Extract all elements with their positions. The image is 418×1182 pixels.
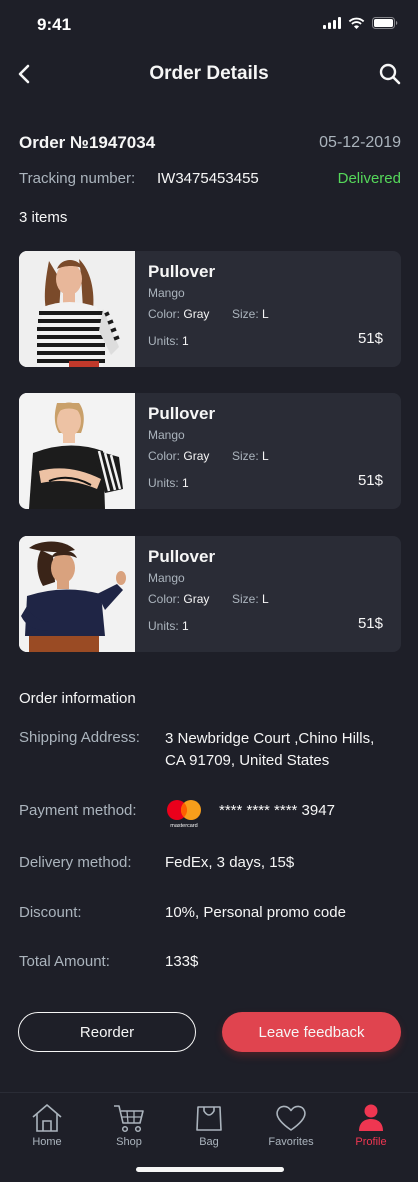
order-item-card[interactable]: Pullover Mango Color: Gray Size: L Units…: [19, 393, 401, 509]
battery-icon: [372, 17, 398, 29]
order-item-card[interactable]: Pullover Mango Color: Gray Size: L Units…: [19, 536, 401, 652]
order-information-title: Order information: [19, 690, 136, 707]
product-image: [19, 536, 135, 652]
product-price: 51$: [357, 330, 383, 347]
units-label: Units:: [148, 619, 179, 633]
color-label: Color:: [148, 449, 181, 463]
profile-icon: [359, 1104, 383, 1131]
status-bar: 9:41: [0, 0, 418, 48]
units-value: 1: [182, 619, 189, 633]
tab-bag-label: Bag: [199, 1136, 219, 1148]
heart-icon: [276, 1105, 306, 1131]
bag-icon: [196, 1106, 222, 1131]
product-size: Size: L: [232, 449, 269, 463]
color-label: Color:: [148, 592, 181, 606]
size-value: L: [262, 592, 269, 606]
product-size: Size: L: [232, 307, 269, 321]
status-time: 9:41: [37, 15, 72, 34]
product-name: Pullover: [148, 262, 216, 281]
discount-label: Discount:: [19, 904, 82, 921]
product-units: Units: 1: [148, 476, 189, 490]
discount-value: 10%, Personal promo code: [165, 904, 346, 921]
tab-favorites[interactable]: Favorites: [251, 1103, 331, 1148]
tab-home[interactable]: Home: [7, 1103, 87, 1148]
order-date: 05-12-2019: [319, 134, 401, 151]
tab-profile[interactable]: Profile: [331, 1103, 411, 1148]
product-image: [19, 393, 135, 509]
tracking-label: Tracking number:: [19, 170, 136, 187]
product-units: Units: 1: [148, 334, 189, 348]
payment-method-label: Payment method:: [19, 802, 137, 819]
order-status: Delivered: [337, 170, 401, 187]
color-value: Gray: [183, 592, 210, 606]
card-number: **** **** **** 3947: [219, 802, 335, 819]
total-amount-label: Total Amount:: [19, 953, 110, 970]
reorder-button[interactable]: Reorder: [18, 1012, 196, 1052]
signal-icon: [323, 17, 341, 29]
product-name: Pullover: [148, 547, 216, 566]
size-value: L: [262, 307, 269, 321]
status-icons: [323, 17, 398, 29]
product-brand: Mango: [148, 286, 185, 300]
search-button[interactable]: [376, 60, 404, 88]
leave-feedback-button[interactable]: Leave feedback: [222, 1012, 401, 1052]
product-color: Color: Gray: [148, 592, 209, 606]
order-number: Order №1947034: [19, 133, 156, 152]
product-color: Color: Gray: [148, 307, 209, 321]
product-image: [19, 251, 135, 367]
units-value: 1: [182, 476, 189, 490]
cart-icon: [114, 1105, 144, 1133]
shipping-address-label: Shipping Address:: [19, 729, 140, 746]
product-brand: Mango: [148, 428, 185, 442]
navigation-bar: Order Details: [0, 52, 418, 96]
product-size: Size: L: [232, 592, 269, 606]
product-brand: Mango: [148, 571, 185, 585]
tab-favorites-label: Favorites: [268, 1136, 314, 1148]
size-label: Size:: [232, 307, 259, 321]
color-label: Color:: [148, 307, 181, 321]
units-label: Units:: [148, 334, 179, 348]
mastercard-icon: mastercard: [165, 799, 203, 829]
search-icon: [379, 63, 401, 85]
shipping-address-line2: CA 91709, United States: [165, 752, 330, 769]
total-amount-value: 133$: [165, 953, 199, 970]
tracking-number: IW3475453455: [157, 170, 259, 187]
units-label: Units:: [148, 476, 179, 490]
page-title: Order Details: [149, 63, 269, 84]
delivery-method-value: FedEx, 3 days, 15$: [165, 854, 295, 871]
shipping-address-line1: 3 Newbridge Court ,Chino Hills,: [165, 730, 375, 747]
tab-shop[interactable]: Shop: [89, 1103, 169, 1148]
order-item-card[interactable]: Pullover Mango Color: Gray Size: L Units…: [19, 251, 401, 367]
card-brand-text: mastercard: [170, 823, 198, 829]
product-price: 51$: [357, 472, 383, 489]
tab-shop-label: Shop: [116, 1136, 142, 1148]
home-icon: [32, 1104, 62, 1132]
size-label: Size:: [232, 592, 259, 606]
home-indicator: [136, 1167, 284, 1172]
size-value: L: [262, 449, 269, 463]
items-count: 3 items: [19, 209, 68, 226]
color-value: Gray: [183, 307, 210, 321]
product-price: 51$: [357, 615, 383, 632]
delivery-method-label: Delivery method:: [19, 854, 132, 871]
units-value: 1: [182, 334, 189, 348]
shipping-address-value: 3 Newbridge Court ,Chino Hills, CA 91709…: [165, 728, 374, 772]
product-name: Pullover: [148, 404, 216, 423]
tab-bag[interactable]: Bag: [169, 1103, 249, 1148]
product-color: Color: Gray: [148, 449, 209, 463]
color-value: Gray: [183, 449, 210, 463]
wifi-icon: [348, 17, 365, 29]
tab-profile-label: Profile: [355, 1136, 387, 1148]
tab-home-label: Home: [32, 1136, 62, 1148]
size-label: Size:: [232, 449, 259, 463]
product-units: Units: 1: [148, 619, 189, 633]
